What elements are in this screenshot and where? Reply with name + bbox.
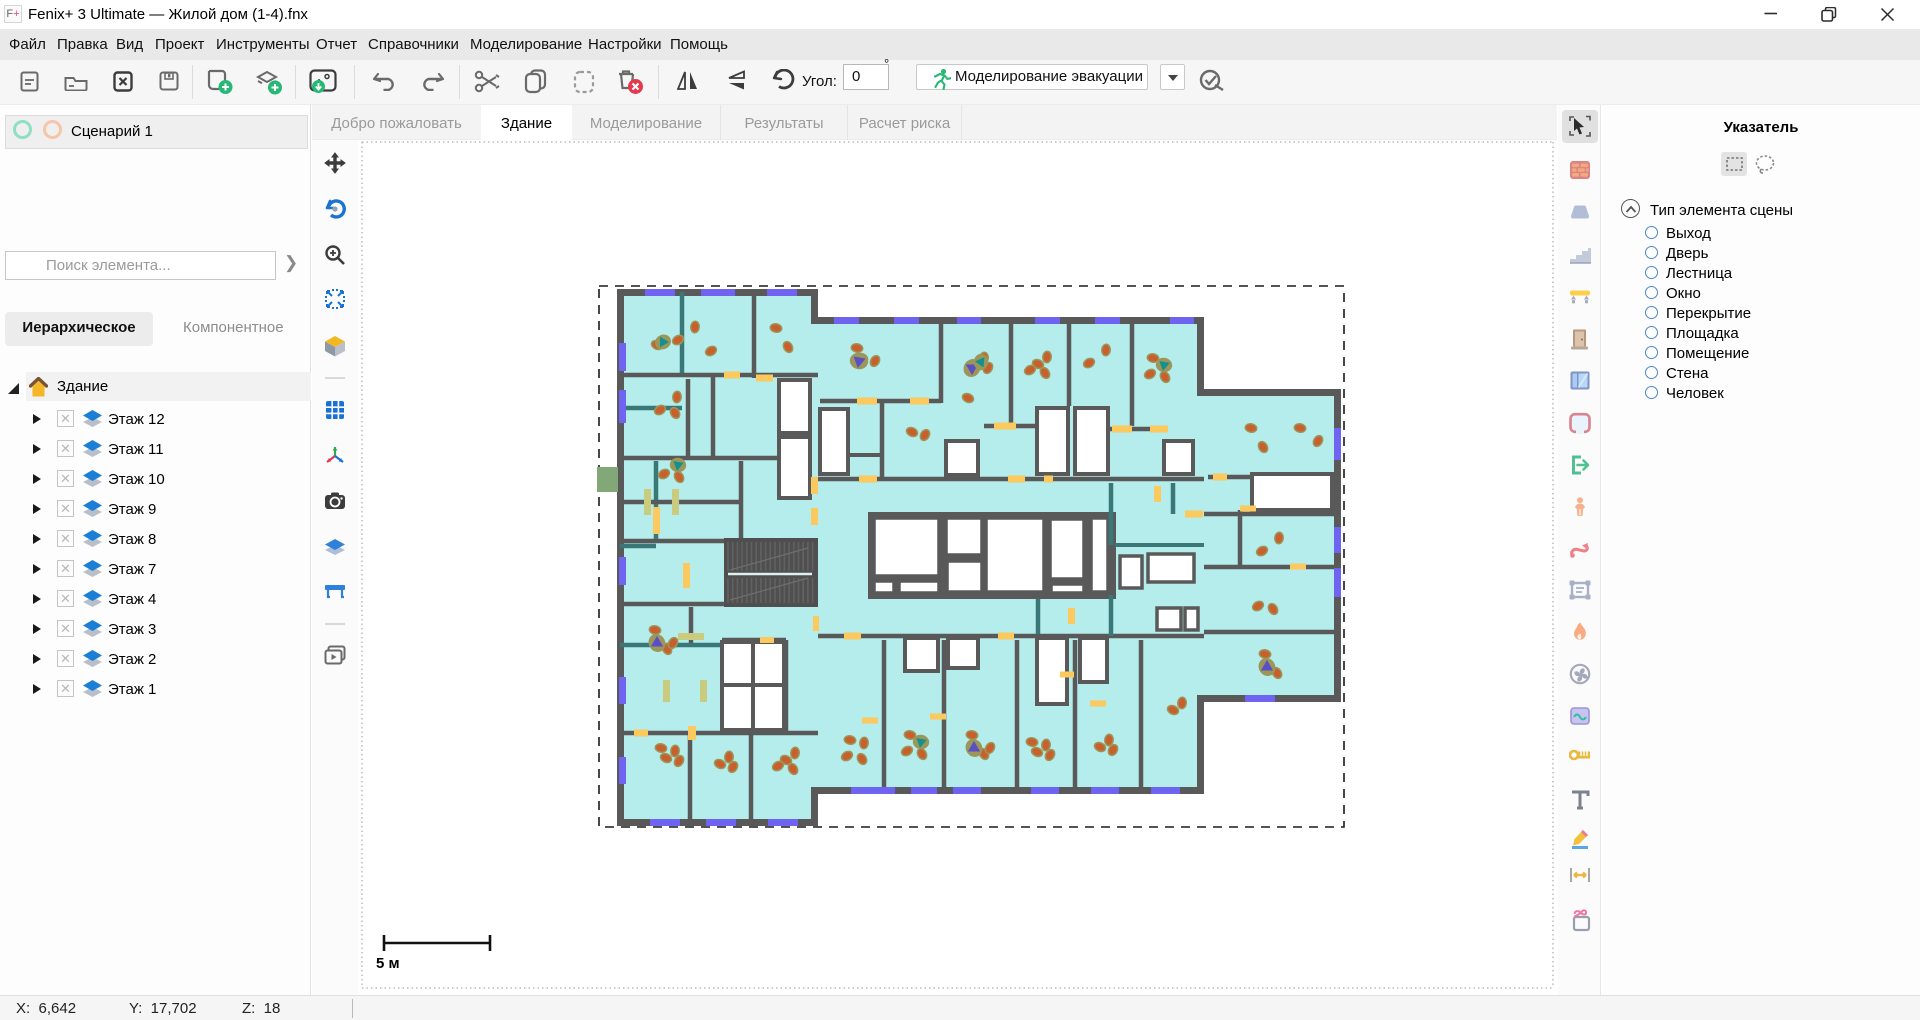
svg-text:5 м: 5 м <box>376 955 400 972</box>
